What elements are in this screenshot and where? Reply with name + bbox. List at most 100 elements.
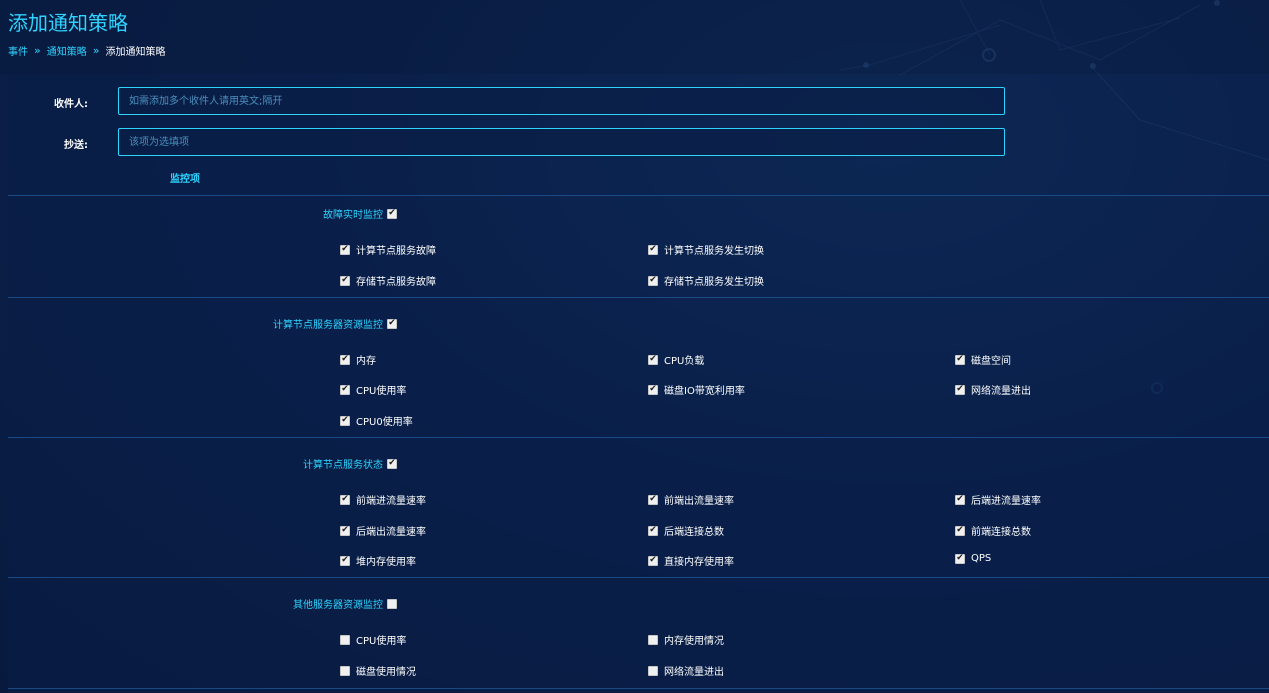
checkbox-item[interactable]: ✔ CPU0使用率 (340, 413, 413, 428)
checkbox[interactable]: ✔ (387, 208, 397, 219)
checkbox[interactable] (648, 665, 658, 676)
checkbox-label: QPS (971, 553, 992, 564)
checkbox[interactable]: ✔ (648, 525, 658, 536)
checkbox-item[interactable]: ✔ 后端进流量速率 (955, 492, 1041, 507)
checkbox-label: 存储节点服务发生切换 (664, 277, 764, 288)
checkbox[interactable]: ✔ (340, 244, 350, 255)
recipient-input[interactable] (118, 87, 1005, 115)
group-other-server-resource[interactable]: 其他服务器资源监控 (293, 596, 397, 611)
checkbox[interactable]: ✔ (340, 415, 350, 426)
checkbox-item[interactable]: ✔ 直接内存使用率 (648, 553, 734, 568)
cc-label: 抄送: (64, 140, 88, 151)
checkbox[interactable] (387, 598, 397, 609)
group-label: 计算节点服务状态 (303, 460, 383, 471)
checkbox-item[interactable]: ✔ 存储节点服务故障 (340, 273, 436, 288)
checkbox[interactable]: ✔ (340, 555, 350, 566)
group-compute-resource[interactable]: 计算节点服务器资源监控 ✔ (273, 316, 397, 331)
checkbox[interactable]: ✔ (955, 384, 965, 395)
checkbox-label: 计算节点服务故障 (356, 246, 436, 257)
checkbox[interactable]: ✔ (648, 384, 658, 395)
checkbox[interactable]: ✔ (955, 525, 965, 536)
checkbox[interactable] (648, 634, 658, 645)
checkbox-label: 直接内存使用率 (664, 557, 734, 568)
checkbox-label: 前端出流量速率 (664, 496, 734, 507)
checkbox-item[interactable]: 网络流量进出 (648, 663, 724, 678)
breadcrumb-link-events[interactable]: 事件 (8, 43, 28, 58)
group-label: 其他服务器资源监控 (293, 600, 383, 611)
checkbox[interactable]: ✔ (955, 354, 965, 365)
group-label: 故障实时监控 (323, 210, 383, 221)
checkbox-item[interactable]: ✔ QPS (955, 553, 991, 564)
checkbox[interactable] (340, 634, 350, 645)
checkbox[interactable]: ✔ (387, 458, 397, 469)
chevron-double-right-icon: » (34, 44, 41, 57)
checkbox-label: 后端进流量速率 (971, 496, 1041, 507)
checkbox-label: CPU使用率 (356, 636, 407, 647)
checkbox-label: 后端出流量速率 (356, 527, 426, 538)
checkbox[interactable]: ✔ (340, 494, 350, 505)
checkbox-item[interactable]: ✔ 计算节点服务故障 (340, 242, 436, 257)
checkbox-item[interactable]: ✔ 内存 (340, 352, 376, 367)
checkbox-label: 磁盘IO带宽利用率 (664, 386, 745, 397)
checkbox[interactable]: ✔ (955, 553, 965, 564)
checkbox-item[interactable]: ✔ 磁盘IO带宽利用率 (648, 382, 745, 397)
checkbox-item[interactable]: ✔ 磁盘空间 (955, 352, 1011, 367)
checkbox-item[interactable]: ✔ CPU使用率 (340, 382, 406, 397)
checkbox[interactable]: ✔ (648, 354, 658, 365)
checkbox[interactable]: ✔ (340, 384, 350, 395)
checkbox-item[interactable]: ✔ 前端进流量速率 (340, 492, 426, 507)
checkbox-label: CPU使用率 (356, 386, 407, 397)
checkbox-item[interactable]: 内存使用情况 (648, 632, 724, 647)
checkbox-item[interactable]: ✔ 前端出流量速率 (648, 492, 734, 507)
checkbox-label: 前端进流量速率 (356, 496, 426, 507)
checkbox-label: 内存使用情况 (664, 636, 724, 647)
checkbox-item[interactable]: ✔ 网络流量进出 (955, 382, 1031, 397)
checkbox-label: 网络流量进出 (664, 667, 724, 678)
checkbox[interactable]: ✔ (648, 244, 658, 255)
page-title: 添加通知策略 (8, 11, 128, 35)
checkbox[interactable]: ✔ (340, 354, 350, 365)
divider (8, 577, 1269, 578)
cc-input[interactable] (118, 128, 1005, 156)
group-fault-realtime[interactable]: 故障实时监控 ✔ (323, 206, 397, 221)
checkbox[interactable] (340, 665, 350, 676)
checkbox[interactable]: ✔ (648, 555, 658, 566)
checkbox[interactable]: ✔ (340, 275, 350, 286)
recipient-label: 收件人: (54, 99, 88, 110)
form-panel (8, 74, 1269, 693)
checkbox-label: 网络流量进出 (971, 386, 1031, 397)
checkbox-label: 后端连接总数 (664, 527, 724, 538)
checkbox-item[interactable]: ✔ 计算节点服务发生切换 (648, 242, 764, 257)
divider (8, 297, 1269, 298)
checkbox[interactable]: ✔ (387, 318, 397, 329)
checkbox-item[interactable]: ✔ 后端出流量速率 (340, 523, 426, 538)
checkbox-label: CPU负载 (664, 356, 705, 367)
group-compute-service-status[interactable]: 计算节点服务状态 ✔ (303, 456, 397, 471)
monitor-section-title: 监控项 (170, 174, 200, 185)
checkbox[interactable]: ✔ (955, 494, 965, 505)
divider (8, 437, 1269, 438)
checkbox-item[interactable]: ✔ CPU负载 (648, 352, 704, 367)
checkbox-label: CPU0使用率 (356, 417, 413, 428)
divider (8, 195, 1269, 196)
checkbox-label: 内存 (356, 356, 376, 367)
checkbox-item[interactable]: ✔ 存储节点服务发生切换 (648, 273, 764, 288)
checkbox[interactable]: ✔ (648, 275, 658, 286)
checkbox-label: 磁盘使用情况 (356, 667, 416, 678)
checkbox[interactable]: ✔ (340, 525, 350, 536)
checkbox-item[interactable]: 磁盘使用情况 (340, 663, 416, 678)
checkbox-label: 前端连接总数 (971, 527, 1031, 538)
breadcrumb-current: 添加通知策略 (105, 47, 166, 58)
checkbox-item[interactable]: ✔ 堆内存使用率 (340, 553, 416, 568)
checkbox-item[interactable]: CPU使用率 (340, 632, 406, 647)
checkbox-item[interactable]: ✔ 后端连接总数 (648, 523, 724, 538)
chevron-double-right-icon: » (92, 44, 100, 57)
checkbox[interactable]: ✔ (648, 494, 658, 505)
group-label: 计算节点服务器资源监控 (273, 320, 383, 331)
checkbox-label: 计算节点服务发生切换 (664, 246, 764, 257)
breadcrumb-link-policies[interactable]: 通知策略 (47, 43, 87, 58)
breadcrumb: 事件 » 通知策略 » 添加通知策略 (8, 43, 165, 58)
checkbox-item[interactable]: ✔ 前端连接总数 (955, 523, 1031, 538)
checkbox-label: 存储节点服务故障 (356, 277, 436, 288)
checkbox-label: 磁盘空间 (971, 356, 1011, 367)
